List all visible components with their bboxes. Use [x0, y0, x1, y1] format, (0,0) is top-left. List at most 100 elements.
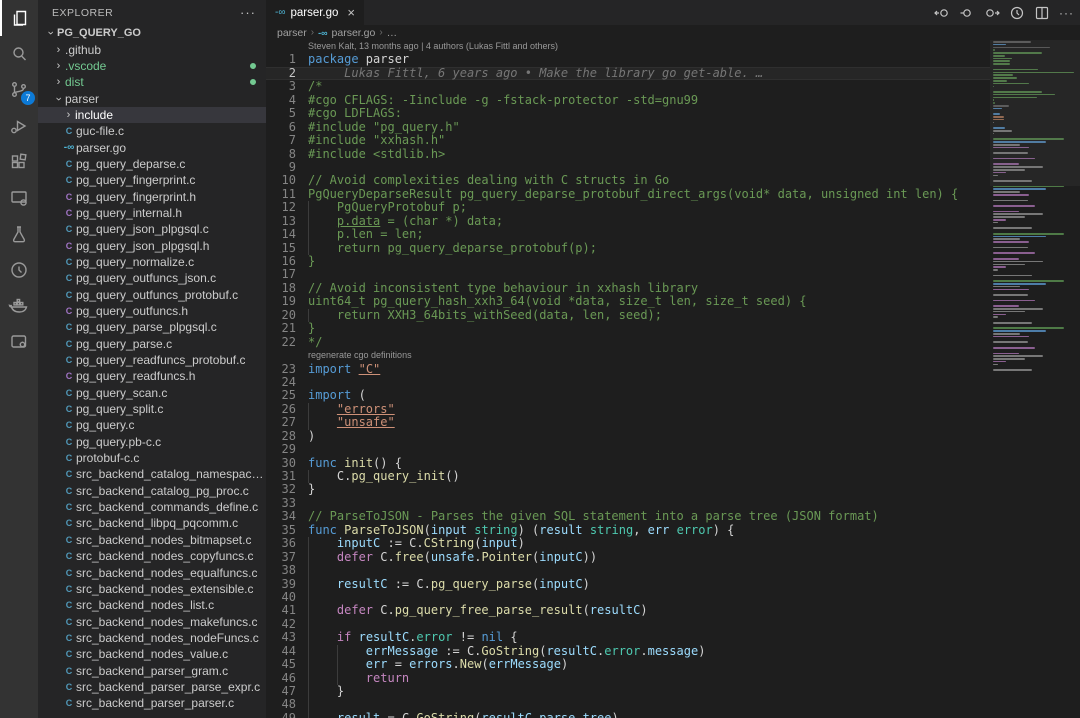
tree-item-pg_query_readfuncs.h[interactable]: Cpg_query_readfuncs.h: [38, 368, 266, 384]
tree-item-pg_query_scan.c[interactable]: Cpg_query_scan.c: [38, 385, 266, 401]
code-line-2[interactable]: 2 Lukas Fittl, 6 years ago • Make the li…: [266, 67, 990, 80]
code-line-39[interactable]: 39 resultC := C.pg_query_parse(inputC): [266, 578, 990, 591]
code-line-26[interactable]: 26 "errors": [266, 403, 990, 416]
minimap[interactable]: [990, 40, 1080, 718]
tree-item-pg_query_parse.c[interactable]: Cpg_query_parse.c: [38, 336, 266, 352]
code-line-28[interactable]: 28): [266, 430, 990, 443]
tree-item-parser.go[interactable]: -∞parser.go: [38, 139, 266, 155]
code-lens[interactable]: regenerate cgo definitions: [266, 349, 990, 362]
code-line-46[interactable]: 46 return: [266, 672, 990, 685]
tree-item-src_backend_commands_define.c[interactable]: Csrc_backend_commands_define.c: [38, 499, 266, 515]
code-line-20[interactable]: 20 return XXH3_64bits_withSeed(data, len…: [266, 309, 990, 322]
code-line-4[interactable]: 4#cgo CFLAGS: -Iinclude -g -fstack-prote…: [266, 94, 990, 107]
tree-item-src_backend_libpq_pqcomm.c[interactable]: Csrc_backend_libpq_pqcomm.c: [38, 515, 266, 531]
toggle-blame-icon[interactable]: [959, 5, 975, 21]
code-line-15[interactable]: 15 return pg_query_deparse_protobuf(p);: [266, 242, 990, 255]
more-actions-icon[interactable]: ···: [1059, 6, 1074, 20]
code-line-29[interactable]: 29: [266, 443, 990, 456]
code-line-17[interactable]: 17: [266, 268, 990, 281]
code-line-11[interactable]: 11PgQueryDeparseResult pg_query_deparse_…: [266, 188, 990, 201]
tree-item-pg_query_internal.h[interactable]: Cpg_query_internal.h: [38, 205, 266, 221]
tree-item-pg_query.c[interactable]: Cpg_query.c: [38, 417, 266, 433]
code-line-12[interactable]: 12 PgQueryProtobuf p;: [266, 201, 990, 214]
tree-item-src_backend_catalog_namespace.c[interactable]: Csrc_backend_catalog_namespace.c: [38, 466, 266, 482]
tree-item-pg_query_outfuncs_protobuf.c[interactable]: Cpg_query_outfuncs_protobuf.c: [38, 287, 266, 303]
code-line-49[interactable]: 49 result = C.GoString(resultC.parse_tre…: [266, 712, 990, 718]
tree-item-include[interactable]: ›include: [38, 107, 266, 123]
code-line-16[interactable]: 16}: [266, 255, 990, 268]
breadcrumb-symbol[interactable]: …: [387, 27, 398, 39]
docker-icon[interactable]: [0, 288, 38, 324]
tree-item-pg_query_json_plpgsql.c[interactable]: Cpg_query_json_plpgsql.c: [38, 221, 266, 237]
code-lens-link[interactable]: Steven Kalt, 13 months ago | 4 authors (…: [266, 40, 558, 53]
code-line-23[interactable]: 23import "C": [266, 363, 990, 376]
tree-item-pg_query_outfuncs_json.c[interactable]: Cpg_query_outfuncs_json.c: [38, 270, 266, 286]
tree-item-pg_query_split.c[interactable]: Cpg_query_split.c: [38, 401, 266, 417]
tree-item-.github[interactable]: ›.github: [38, 41, 266, 57]
code-line-41[interactable]: 41 defer C.pg_query_free_parse_result(re…: [266, 604, 990, 617]
testing-icon[interactable]: [0, 216, 38, 252]
code-line-6[interactable]: 6#include "pg_query.h": [266, 121, 990, 134]
breadcrumb-folder[interactable]: parser: [277, 27, 307, 39]
code-lens[interactable]: Steven Kalt, 13 months ago | 4 authors (…: [266, 40, 990, 53]
code-line-30[interactable]: 30func init() {: [266, 457, 990, 470]
code-lens-link[interactable]: regenerate cgo definitions: [266, 349, 412, 362]
code-area[interactable]: Steven Kalt, 13 months ago | 4 authors (…: [266, 40, 990, 718]
source-control-icon[interactable]: 7: [0, 72, 38, 108]
code-line-10[interactable]: 10// Avoid complexities dealing with C s…: [266, 174, 990, 187]
code-line-44[interactable]: 44 errMessage := C.GoString(resultC.erro…: [266, 645, 990, 658]
tab-close-icon[interactable]: ×: [347, 6, 355, 19]
code-line-3[interactable]: 3/*: [266, 80, 990, 93]
code-line-25[interactable]: 25import (: [266, 389, 990, 402]
extensions-icon[interactable]: [0, 144, 38, 180]
file-history-icon[interactable]: [1009, 5, 1025, 21]
explorer-more-actions-icon[interactable]: ···: [240, 5, 256, 20]
run-and-debug-icon[interactable]: [0, 108, 38, 144]
tree-item-.vscode[interactable]: ›.vscode: [38, 58, 266, 74]
code-line-18[interactable]: 18// Avoid inconsistent type behaviour i…: [266, 282, 990, 295]
code-line-32[interactable]: 32}: [266, 483, 990, 496]
code-line-43[interactable]: 43 if resultC.error != nil {: [266, 631, 990, 644]
tree-item-src_backend_parser_gram.c[interactable]: Csrc_backend_parser_gram.c: [38, 662, 266, 678]
tree-item-parser[interactable]: ›parser: [38, 90, 266, 106]
tree-item-pg_query.pb-c.c[interactable]: Cpg_query.pb-c.c: [38, 434, 266, 450]
tab-parser-go[interactable]: -∞ parser.go ×: [266, 0, 364, 25]
code-line-37[interactable]: 37 defer C.free(unsafe.Pointer(inputC)): [266, 551, 990, 564]
tree-item-pg_query_normalize.c[interactable]: Cpg_query_normalize.c: [38, 254, 266, 270]
code-line-22[interactable]: 22*/: [266, 336, 990, 349]
code-line-27[interactable]: 27 "unsafe": [266, 416, 990, 429]
containers-icon[interactable]: [0, 324, 38, 360]
tree-item-src_backend_nodes_list.c[interactable]: Csrc_backend_nodes_list.c: [38, 597, 266, 613]
code-line-47[interactable]: 47 }: [266, 685, 990, 698]
next-change-icon[interactable]: [984, 5, 1000, 21]
code-line-5[interactable]: 5#cgo LDFLAGS:: [266, 107, 990, 120]
tree-item-src_backend_nodes_copyfuncs.c[interactable]: Csrc_backend_nodes_copyfuncs.c: [38, 548, 266, 564]
code-line-45[interactable]: 45 err = errors.New(errMessage): [266, 658, 990, 671]
tree-item-pg_query_deparse.c[interactable]: Cpg_query_deparse.c: [38, 156, 266, 172]
tree-item-protobuf-c.c[interactable]: Cprotobuf-c.c: [38, 450, 266, 466]
code-line-8[interactable]: 8#include <stdlib.h>: [266, 148, 990, 161]
code-line-40[interactable]: 40: [266, 591, 990, 604]
code-line-21[interactable]: 21}: [266, 322, 990, 335]
tree-item-dist[interactable]: ›dist: [38, 74, 266, 90]
code-line-48[interactable]: 48: [266, 698, 990, 711]
tree-item-src_backend_nodes_value.c[interactable]: Csrc_backend_nodes_value.c: [38, 646, 266, 662]
code-line-31[interactable]: 31 C.pg_query_init(): [266, 470, 990, 483]
tree-item-src_backend_nodes_equalfuncs.c[interactable]: Csrc_backend_nodes_equalfuncs.c: [38, 564, 266, 580]
explorer-icon[interactable]: [0, 0, 38, 36]
tree-item-pg_query_parse_plpgsql.c[interactable]: Cpg_query_parse_plpgsql.c: [38, 319, 266, 335]
tree-item-pg_query_json_plpgsql.h[interactable]: Cpg_query_json_plpgsql.h: [38, 237, 266, 253]
search-icon[interactable]: [0, 36, 38, 72]
code-line-13[interactable]: 13 p.data = (char *) data;: [266, 215, 990, 228]
tree-item-pg_query_outfuncs.h[interactable]: Cpg_query_outfuncs.h: [38, 303, 266, 319]
tree-item-src_backend_parser_parse_expr.c[interactable]: Csrc_backend_parser_parse_expr.c: [38, 679, 266, 695]
code-line-33[interactable]: 33: [266, 497, 990, 510]
code-line-35[interactable]: 35func ParseToJSON(input string) (result…: [266, 524, 990, 537]
gitlens-icon[interactable]: [0, 252, 38, 288]
tree-item-src_backend_catalog_pg_proc.c[interactable]: Csrc_backend_catalog_pg_proc.c: [38, 483, 266, 499]
code-line-42[interactable]: 42: [266, 618, 990, 631]
code-line-19[interactable]: 19uint64_t pg_query_hash_xxh3_64(void *d…: [266, 295, 990, 308]
tree-item-src_backend_nodes_makefuncs.c[interactable]: Csrc_backend_nodes_makefuncs.c: [38, 613, 266, 629]
tree-item-src_backend_nodes_bitmapset.c[interactable]: Csrc_backend_nodes_bitmapset.c: [38, 532, 266, 548]
breadcrumb-file[interactable]: parser.go: [332, 27, 376, 39]
